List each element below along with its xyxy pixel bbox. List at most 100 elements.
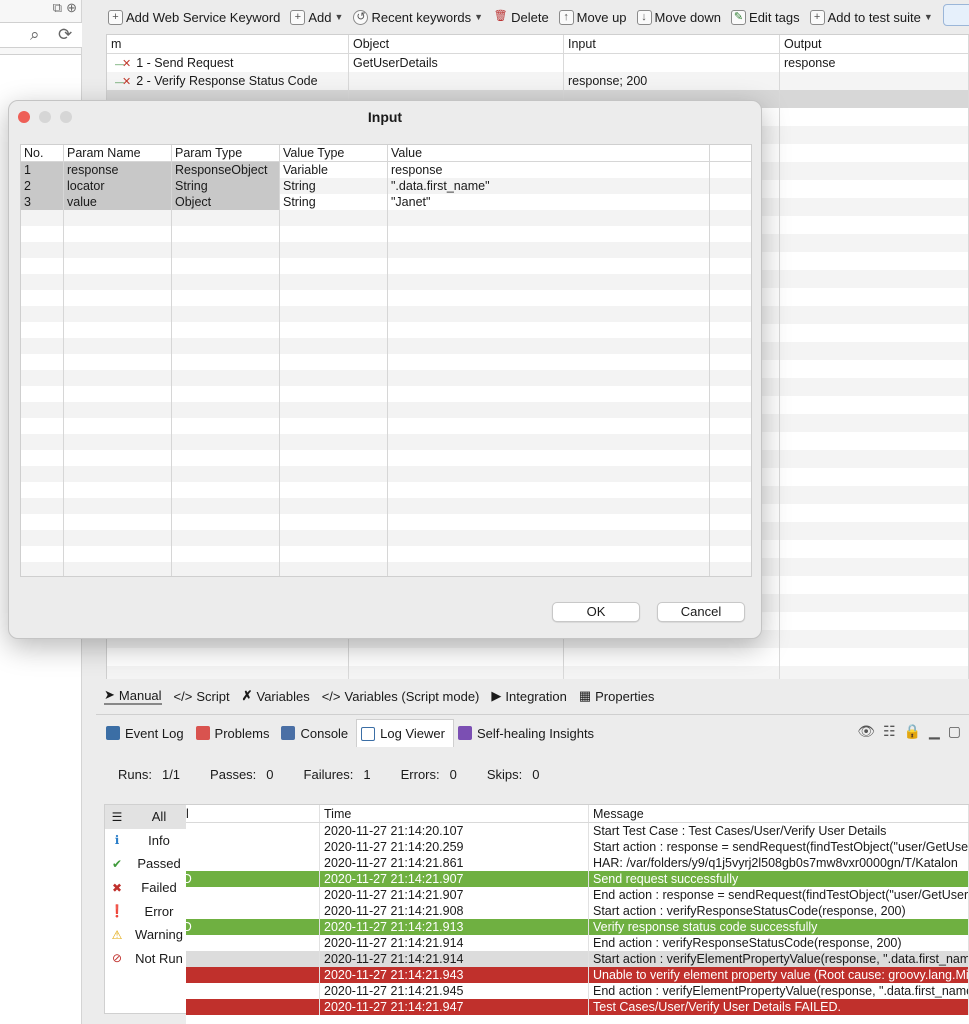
caret-down-icon[interactable]: ▼ [924, 12, 933, 22]
filter-info[interactable]: ℹ Info [105, 829, 187, 853]
tab-properties[interactable]: ▦ Properties [579, 688, 655, 704]
filter-passed[interactable]: ✔ Passed [105, 852, 187, 876]
column-header-object[interactable]: Object [349, 35, 564, 53]
parameter-row[interactable]: 2 locator String String ".data.first_name" [21, 178, 751, 194]
empty-parameter-row[interactable] [21, 450, 751, 466]
value-type[interactable]: String [280, 194, 388, 210]
filter-all[interactable]: ☰ All [105, 805, 187, 829]
value-type[interactable]: String [280, 178, 388, 194]
add-web-service-keyword-button[interactable]: + Add Web Service Keyword [108, 9, 280, 25]
log-row[interactable]: END2020-11-27 21:14:21.914End action : v… [186, 935, 969, 951]
filter-failed[interactable]: ✖ Failed [105, 876, 187, 900]
log-row[interactable]: INFO2020-11-27 21:14:21.861HAR: /var/fol… [186, 855, 969, 871]
recent-keywords-button[interactable]: ↺ Recent keywords ▼ [353, 9, 483, 25]
tree-view-icon[interactable]: ☷ [883, 723, 896, 740]
param-value[interactable]: response [388, 162, 710, 178]
empty-parameter-row[interactable] [21, 562, 751, 576]
column-header-level[interactable]: l [186, 805, 320, 822]
column-header-param-name[interactable]: Param Name [64, 145, 172, 161]
tab-manual[interactable]: ➤ Manual [104, 687, 162, 705]
caret-down-icon[interactable]: ▼ [335, 12, 344, 22]
empty-parameter-row[interactable] [21, 370, 751, 386]
empty-parameter-row[interactable] [21, 546, 751, 562]
step-input[interactable]: response; 200 [564, 72, 780, 90]
cancel-button[interactable]: Cancel [657, 602, 745, 622]
empty-parameter-row[interactable] [21, 226, 751, 242]
search-icon[interactable]: ⌕ [30, 25, 40, 45]
log-row[interactable]: END2020-11-27 21:14:21.945End action : v… [186, 983, 969, 999]
empty-parameter-row[interactable] [21, 530, 751, 546]
tab-variables[interactable]: ✗ Variables [242, 688, 310, 704]
add-button[interactable]: + Add ▼ [290, 9, 344, 25]
empty-parameter-row[interactable] [21, 514, 751, 530]
step-row-2[interactable]: ✕ 2 - Verify Response Status Code respons… [107, 72, 969, 90]
column-header-input[interactable]: Input [564, 35, 780, 53]
new-folder-icon[interactable]: ⊕ [66, 0, 77, 16]
column-header-value-type[interactable]: Value Type [280, 145, 388, 161]
empty-parameter-row[interactable] [21, 418, 751, 434]
column-header-message[interactable]: Message [589, 805, 969, 822]
log-row[interactable]: PASSED2020-11-27 21:14:21.913Verify resp… [186, 919, 969, 935]
move-down-button[interactable]: ↓ Move down [636, 9, 721, 25]
minimize-icon[interactable]: ▁ [929, 723, 940, 740]
empty-parameter-row[interactable] [21, 290, 751, 306]
step-object[interactable] [349, 72, 564, 90]
tab-problems[interactable]: Problems [192, 719, 278, 747]
eye-icon[interactable]: 👁 [857, 723, 875, 740]
log-row[interactable]: START2020-11-27 21:14:20.107Start Test C… [186, 823, 969, 839]
empty-parameter-row[interactable] [21, 258, 751, 274]
column-header-output[interactable]: Output [780, 35, 969, 53]
parameter-row[interactable]: 3 value Object String "Janet" [21, 194, 751, 210]
caret-down-icon[interactable]: ▼ [474, 12, 483, 22]
column-header-time[interactable]: Time [320, 805, 589, 822]
tab-integration[interactable]: ▶ Integration [491, 688, 566, 704]
empty-parameter-row[interactable] [21, 466, 751, 482]
empty-parameter-row[interactable] [21, 242, 751, 258]
minimize-window-icon[interactable] [39, 111, 51, 123]
empty-parameter-row[interactable] [21, 402, 751, 418]
column-header-item[interactable]: m [107, 35, 349, 53]
empty-parameter-row[interactable] [21, 354, 751, 370]
move-up-button[interactable]: ↑ Move up [558, 9, 627, 25]
empty-parameter-row[interactable] [21, 210, 751, 226]
column-header-no[interactable]: No. [21, 145, 64, 161]
empty-parameter-row[interactable] [21, 482, 751, 498]
column-header-param-type[interactable]: Param Type [172, 145, 280, 161]
log-row[interactable]: PASSED2020-11-27 21:14:21.907Send reques… [186, 871, 969, 887]
tab-console[interactable]: Console [277, 719, 356, 747]
delete-button[interactable]: 🗑 Delete [493, 10, 549, 25]
refresh-search-icon[interactable]: ⟳ [58, 25, 72, 45]
param-value[interactable]: "Janet" [388, 194, 710, 210]
filter-not-run[interactable]: ⊘ Not Run [105, 947, 187, 971]
empty-parameter-row[interactable] [21, 498, 751, 514]
log-row[interactable]: START2020-11-27 21:14:20.259Start action… [186, 839, 969, 855]
restore-icon[interactable]: ⧉ [53, 0, 62, 16]
param-value[interactable]: ".data.first_name" [388, 178, 710, 194]
zoom-window-icon[interactable] [60, 111, 72, 123]
empty-parameter-row[interactable] [21, 322, 751, 338]
close-window-icon[interactable] [18, 111, 30, 123]
maximize-icon[interactable]: ▢ [948, 723, 961, 740]
left-search-bar[interactable]: ⌕ ⟳ [0, 22, 82, 48]
log-row[interactable]: END2020-11-27 21:14:21.907End action : r… [186, 887, 969, 903]
empty-parameter-row[interactable] [21, 306, 751, 322]
tab-self-healing-insights[interactable]: Self-healing Insights [454, 719, 602, 747]
ok-button[interactable]: OK [552, 602, 640, 622]
edit-tags-button[interactable]: ✎ Edit tags [731, 9, 800, 25]
tab-log-viewer[interactable]: Log Viewer [356, 719, 454, 747]
step-output[interactable]: response [780, 54, 969, 72]
add-to-test-suite-button[interactable]: + Add to test suite ▼ [809, 9, 933, 25]
log-row[interactable]: FAILED2020-11-27 21:14:21.947Test Cases/… [186, 999, 969, 1015]
tab-variables-script-mode[interactable]: </> Variables (Script mode) [322, 689, 480, 704]
empty-parameter-row[interactable] [21, 338, 751, 354]
toolbar-overflow-button[interactable] [943, 4, 969, 26]
log-row[interactable]: START2020-11-27 21:14:21.914Start action… [186, 951, 969, 967]
column-header-value[interactable]: Value [388, 145, 710, 161]
filter-error[interactable]: ❗ Error [105, 899, 187, 923]
step-row-1[interactable]: ✕ 1 - Send Request GetUserDetails respons… [107, 54, 969, 72]
parameter-row[interactable]: 1 response ResponseObject Variable response [21, 162, 751, 178]
tab-event-log[interactable]: Event Log [102, 719, 192, 747]
log-row[interactable]: START2020-11-27 21:14:21.908Start action… [186, 903, 969, 919]
empty-parameter-row[interactable] [21, 434, 751, 450]
value-type[interactable]: Variable [280, 162, 388, 178]
